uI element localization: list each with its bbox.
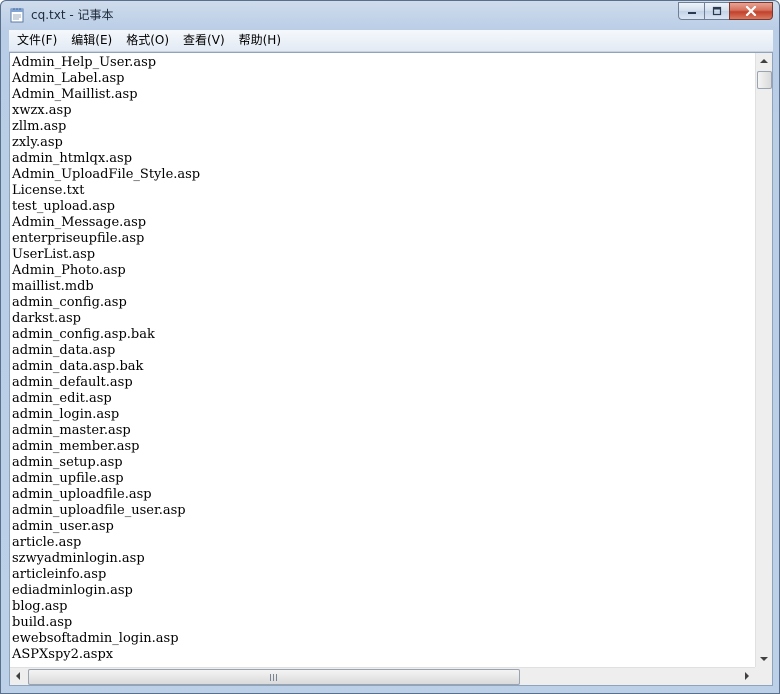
grip-icon bbox=[269, 673, 279, 681]
text-line: article.asp bbox=[12, 535, 82, 550]
text-line: admin_uploadfile.asp bbox=[12, 487, 152, 502]
text-line: admin_login.asp bbox=[12, 407, 120, 422]
arrow-right-icon bbox=[745, 672, 749, 680]
text-line: szwyadminlogin.asp bbox=[12, 551, 145, 566]
text-line: Admin_Photo.asp bbox=[12, 263, 126, 278]
caption-buttons bbox=[678, 2, 773, 21]
menu-format[interactable]: 格式(O) bbox=[120, 31, 175, 50]
text-line: ewebsoftadmin_login.asp bbox=[12, 631, 179, 646]
title-bar[interactable]: cq.txt - 记事本 bbox=[1, 1, 779, 29]
menu-file[interactable]: 文件(F) bbox=[11, 31, 63, 50]
notepad-icon bbox=[10, 7, 24, 23]
text-line: enterpriseupfile.asp bbox=[12, 231, 145, 246]
menu-edit[interactable]: 编辑(E) bbox=[65, 31, 118, 50]
text-line: build.asp bbox=[12, 615, 73, 630]
arrow-up-icon bbox=[760, 59, 768, 63]
text-line: maillist.mdb bbox=[12, 279, 94, 294]
text-line: blog.asp bbox=[12, 599, 68, 614]
text-line: darkst.asp bbox=[12, 311, 81, 326]
text-line: admin_default.asp bbox=[12, 375, 133, 390]
text-line: admin_edit.asp bbox=[12, 391, 112, 406]
window-title: cq.txt - 记事本 bbox=[31, 8, 114, 22]
minimize-button[interactable] bbox=[678, 2, 704, 20]
text-line: admin_user.asp bbox=[12, 519, 114, 534]
text-line: Admin_Help_User.asp bbox=[12, 55, 157, 70]
vertical-scroll-thumb[interactable] bbox=[757, 71, 772, 89]
text-line: test_upload.asp bbox=[12, 199, 115, 214]
arrow-down-icon bbox=[760, 657, 768, 661]
scrollbar-corner bbox=[755, 667, 772, 685]
menu-bar: 文件(F) 编辑(E) 格式(O) 查看(V) 帮助(H) bbox=[9, 30, 773, 52]
vertical-scrollbar[interactable] bbox=[755, 53, 772, 667]
scroll-right-arrow[interactable] bbox=[739, 668, 755, 684]
text-line: zxly.asp bbox=[12, 135, 63, 150]
text-line: articleinfo.asp bbox=[12, 567, 107, 582]
text-line: admin_master.asp bbox=[12, 423, 131, 438]
text-line: admin_htmlqx.asp bbox=[12, 151, 133, 166]
text-line: Admin_UploadFile_Style.asp bbox=[12, 167, 201, 182]
scroll-left-arrow[interactable] bbox=[10, 668, 26, 684]
text-line: admin_data.asp.bak bbox=[12, 359, 144, 374]
text-line: UserList.asp bbox=[12, 247, 96, 262]
text-line: admin_setup.asp bbox=[12, 455, 123, 470]
text-editor[interactable]: Admin_Help_User.asp Admin_Label.asp Admin_… bbox=[10, 53, 755, 667]
horizontal-scroll-thumb[interactable] bbox=[28, 669, 520, 685]
horizontal-scrollbar[interactable] bbox=[10, 667, 755, 685]
text-line: admin_config.asp.bak bbox=[12, 327, 155, 342]
text-line: Admin_Label.asp bbox=[12, 71, 125, 86]
scroll-down-arrow[interactable] bbox=[756, 651, 772, 667]
notepad-window: cq.txt - 记事本 文件(F) 编辑(E) 格式(O) 查看(V) 帮助(… bbox=[0, 0, 780, 694]
editor-area: Admin_Help_User.asp Admin_Label.asp Admin_… bbox=[9, 52, 773, 686]
text-line: admin_data.asp bbox=[12, 343, 116, 358]
menu-help[interactable]: 帮助(H) bbox=[233, 31, 287, 50]
text-line: admin_config.asp bbox=[12, 295, 127, 310]
scroll-up-arrow[interactable] bbox=[756, 53, 772, 69]
maximize-icon bbox=[712, 6, 722, 16]
text-line: ediadminlogin.asp bbox=[12, 583, 133, 598]
text-line: admin_upfile.asp bbox=[12, 471, 124, 486]
close-icon bbox=[745, 6, 757, 16]
text-line: License.txt bbox=[12, 183, 85, 198]
minimize-icon bbox=[687, 12, 696, 14]
close-button[interactable] bbox=[729, 2, 773, 20]
arrow-left-icon bbox=[16, 672, 20, 680]
text-line: admin_member.asp bbox=[12, 439, 140, 454]
maximize-button[interactable] bbox=[704, 2, 729, 20]
text-line: xwzx.asp bbox=[12, 103, 72, 118]
text-line: zllm.asp bbox=[12, 119, 67, 134]
text-line: ASPXspy2.aspx bbox=[12, 647, 114, 662]
text-line: admin_uploadfile_user.asp bbox=[12, 503, 186, 518]
menu-view[interactable]: 查看(V) bbox=[177, 31, 231, 50]
text-line: Admin_Message.asp bbox=[12, 215, 147, 230]
text-line: Admin_Maillist.asp bbox=[12, 87, 138, 102]
